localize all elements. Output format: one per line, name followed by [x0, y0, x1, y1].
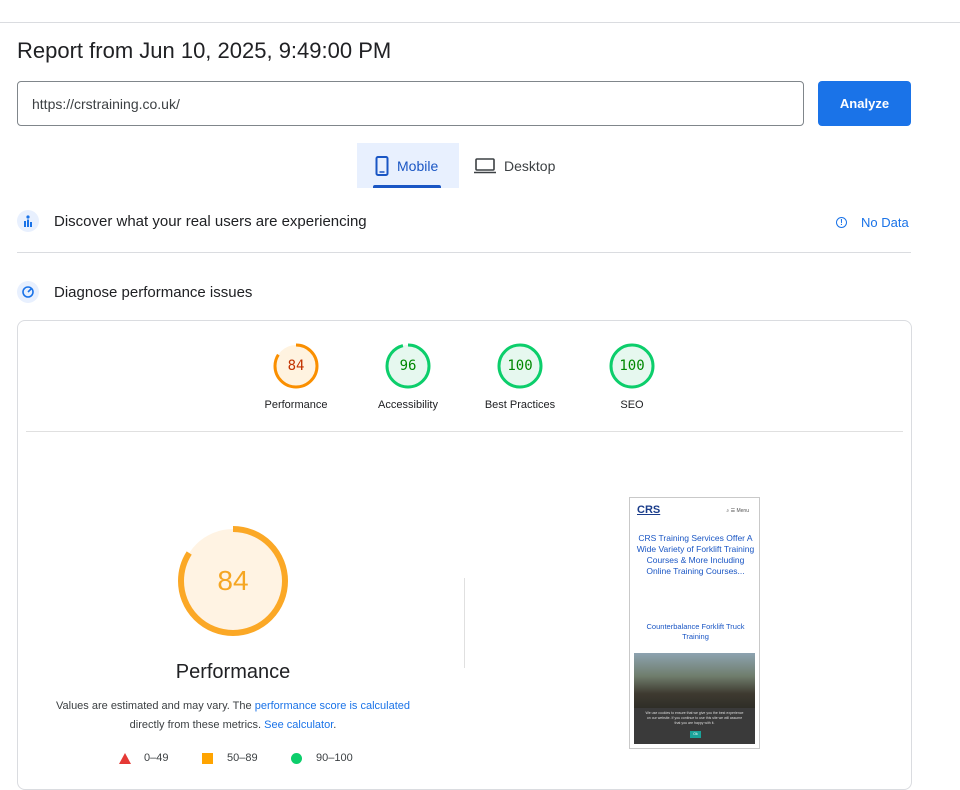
analyze-button[interactable]: Analyze [818, 81, 911, 126]
cookie-text: We use cookies to ensure that we give yo… [645, 711, 744, 725]
tab-desktop-label: Desktop [504, 157, 556, 174]
score-gauge-seo[interactable]: 100 SEO [587, 343, 677, 411]
page-title: Report from Jun 10, 2025, 9:49:00 PM [17, 38, 392, 63]
legend-fail: 0–49 [119, 752, 168, 764]
real-users-label: Discover what your real users are experi… [54, 212, 367, 230]
info-icon: ! [836, 217, 847, 228]
site-headline: CRS Training Services Offer A Wide Varie… [636, 533, 755, 576]
legend-fail-range: 0–49 [144, 752, 169, 764]
no-data-label: No Data [861, 215, 909, 230]
performance-score-value: 84 [217, 565, 249, 596]
score-gauge-accessibility[interactable]: 96 Accessibility [363, 343, 453, 411]
tab-mobile[interactable]: Mobile [357, 143, 459, 188]
score-value: 96 [399, 358, 417, 374]
legend-average-range: 50–89 [227, 752, 258, 764]
panel-divider [26, 431, 903, 432]
cookie-ok-button: Ok [690, 731, 701, 738]
site-photo [634, 653, 755, 711]
diagnose-section: Diagnose performance issues [17, 281, 252, 303]
score-value: 100 [507, 358, 533, 374]
score-ring: 96 [385, 343, 431, 389]
legend-pass-range: 90–100 [316, 752, 353, 764]
diagnose-label: Diagnose performance issues [54, 283, 253, 301]
score-label: Accessibility [378, 399, 438, 411]
score-gauge-performance[interactable]: 84 Performance [251, 343, 341, 411]
triangle-icon [119, 752, 131, 764]
score-label: SEO [620, 399, 644, 411]
mobile-icon [375, 155, 389, 176]
top-divider [0, 22, 960, 23]
site-logo: CRS [637, 504, 661, 516]
site-subheading: Counterbalance Forklift Truck Training [646, 622, 745, 641]
score-ring: 100 [497, 343, 543, 389]
users-chart-icon [17, 210, 39, 232]
desktop-icon [474, 157, 496, 173]
tab-selected-indicator [373, 185, 441, 188]
legend-average: 50–89 [202, 752, 258, 764]
score-label: Best Practices [484, 399, 556, 411]
score-note: Values are estimated and may vary. The p… [40, 697, 426, 735]
score-label: Performance [264, 399, 328, 411]
tab-mobile-label: Mobile [397, 157, 439, 174]
note-suffix: . [333, 719, 337, 731]
performance-score-label: Performance [175, 661, 291, 683]
page-screenshot[interactable]: CRS ⌕ ☰ Menu CRS Training Services Offer… [629, 497, 760, 749]
note-prefix: Values are estimated and may vary. The [55, 700, 255, 712]
note-middle: directly from these metrics. [129, 719, 265, 731]
section-divider [17, 252, 911, 253]
url-input[interactable]: https://crstraining.co.uk/ [17, 81, 804, 126]
tab-desktop[interactable]: Desktop [474, 143, 574, 188]
legend-pass: 90–100 [291, 752, 353, 764]
no-data-status: ! No Data [836, 215, 909, 230]
score-ring: 100 [609, 343, 655, 389]
see-calculator-link[interactable]: See calculator [264, 719, 333, 731]
square-icon [202, 752, 213, 764]
site-menu: ⌕ ☰ Menu [726, 508, 749, 514]
score-calculated-link[interactable]: performance score is calculated [255, 700, 410, 712]
circle-icon [291, 752, 302, 764]
score-gauge-best-practices[interactable]: 100 Best Practices [475, 343, 565, 411]
score-value: 84 [287, 358, 305, 374]
score-value: 100 [619, 358, 645, 374]
real-users-section[interactable]: Discover what your real users are experi… [17, 210, 367, 232]
vertical-divider [464, 578, 465, 668]
speedometer-icon [17, 281, 39, 303]
score-ring: 84 [273, 343, 319, 389]
